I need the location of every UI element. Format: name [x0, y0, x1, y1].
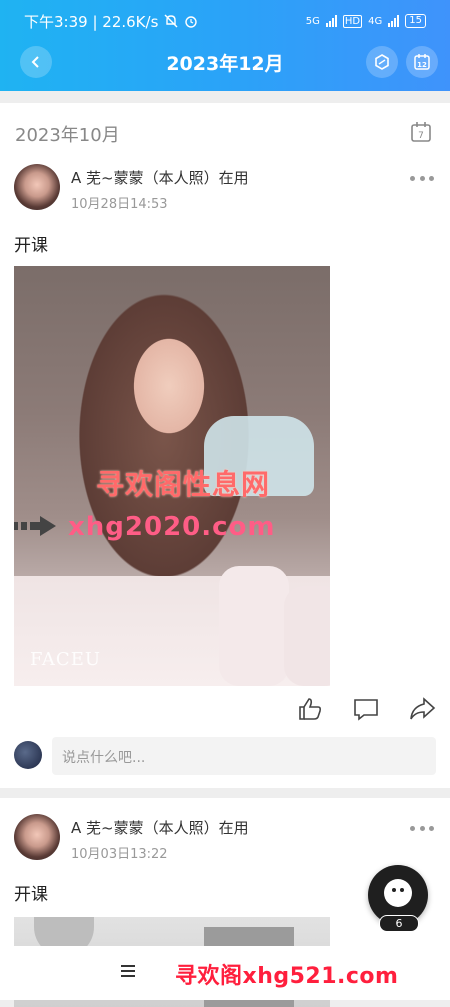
- network-4g-label: 4G: [368, 15, 383, 27]
- photo-brand-label: FACEU: [30, 649, 102, 670]
- bottom-watermark: 寻欢阁xhg521.com: [175, 964, 399, 989]
- status-bar: 下午3:39 | 22.6K/s 5G HD 4G 15: [24, 10, 426, 32]
- month-label: 2023年10月: [15, 125, 120, 146]
- back-button[interactable]: [20, 46, 52, 78]
- network-hd-label: HD: [342, 14, 363, 28]
- calendar-icon: 12: [414, 54, 430, 70]
- current-user-avatar: [14, 741, 42, 769]
- post-text: 开课: [14, 236, 48, 256]
- share-icon[interactable]: [408, 695, 436, 723]
- battery-icon: 15: [405, 14, 426, 28]
- menu-icon[interactable]: [121, 965, 135, 977]
- comment-input[interactable]: 说点什么吧...: [52, 737, 436, 775]
- image-detail: [284, 586, 330, 686]
- image-detail: [219, 566, 289, 686]
- bottom-bar: 寻欢阁xhg521.com: [0, 946, 450, 1000]
- status-time-speed: 下午3:39 | 22.6K/s: [24, 12, 159, 31]
- watermark-arrow-icon: [14, 516, 56, 536]
- post-image[interactable]: 寻欢阁性息网 xhg2020.com FACEU: [14, 266, 330, 686]
- signal-icon: [325, 15, 337, 27]
- page-title: 2023年12月: [166, 52, 284, 75]
- month-calendar-icon[interactable]: 7: [410, 121, 432, 143]
- month-calendar-day: 7: [418, 131, 424, 141]
- calendar-button[interactable]: 12: [406, 46, 438, 78]
- post-text: 开课: [14, 885, 48, 905]
- post-card: 2023年10月 7 A 芜~蒙蒙（本人照）在用 10月28日14:53 开课 …: [0, 103, 450, 788]
- avatar[interactable]: [14, 164, 60, 210]
- network-5g-label: 5G: [305, 15, 320, 27]
- smiley-face-icon: [384, 879, 412, 907]
- hexagon-button[interactable]: [366, 46, 398, 78]
- signal-icon-2: [388, 15, 400, 27]
- calendar-day-text: 12: [417, 61, 427, 69]
- author-name[interactable]: A 芜~蒙蒙（本人照）在用: [71, 167, 249, 188]
- more-options-button[interactable]: [410, 826, 434, 832]
- nav-bar: 2023年12月 12: [0, 42, 450, 82]
- comment-icon[interactable]: [352, 695, 380, 723]
- author-name[interactable]: A 芜~蒙蒙（本人照）在用: [71, 817, 249, 838]
- hexagon-icon: [375, 54, 389, 70]
- post-time: 10月28日14:53: [71, 197, 168, 212]
- app-header: 下午3:39 | 22.6K/s 5G HD 4G 15 2023年12月 12: [0, 0, 450, 91]
- thumbs-up-icon[interactable]: [296, 695, 324, 723]
- image-watermark-url: xhg2020.com: [68, 512, 276, 542]
- image-watermark-cn: 寻欢阁性息网: [95, 468, 270, 501]
- avatar[interactable]: [14, 814, 60, 860]
- more-options-button[interactable]: [410, 176, 434, 182]
- post-time: 10月03日13:22: [71, 847, 168, 862]
- alarm-icon: [185, 16, 198, 28]
- comment-placeholder: 说点什么吧...: [62, 750, 146, 766]
- back-arrow-icon: [31, 56, 39, 68]
- fab-count-badge: 6: [379, 915, 419, 932]
- mute-icon: [164, 14, 178, 28]
